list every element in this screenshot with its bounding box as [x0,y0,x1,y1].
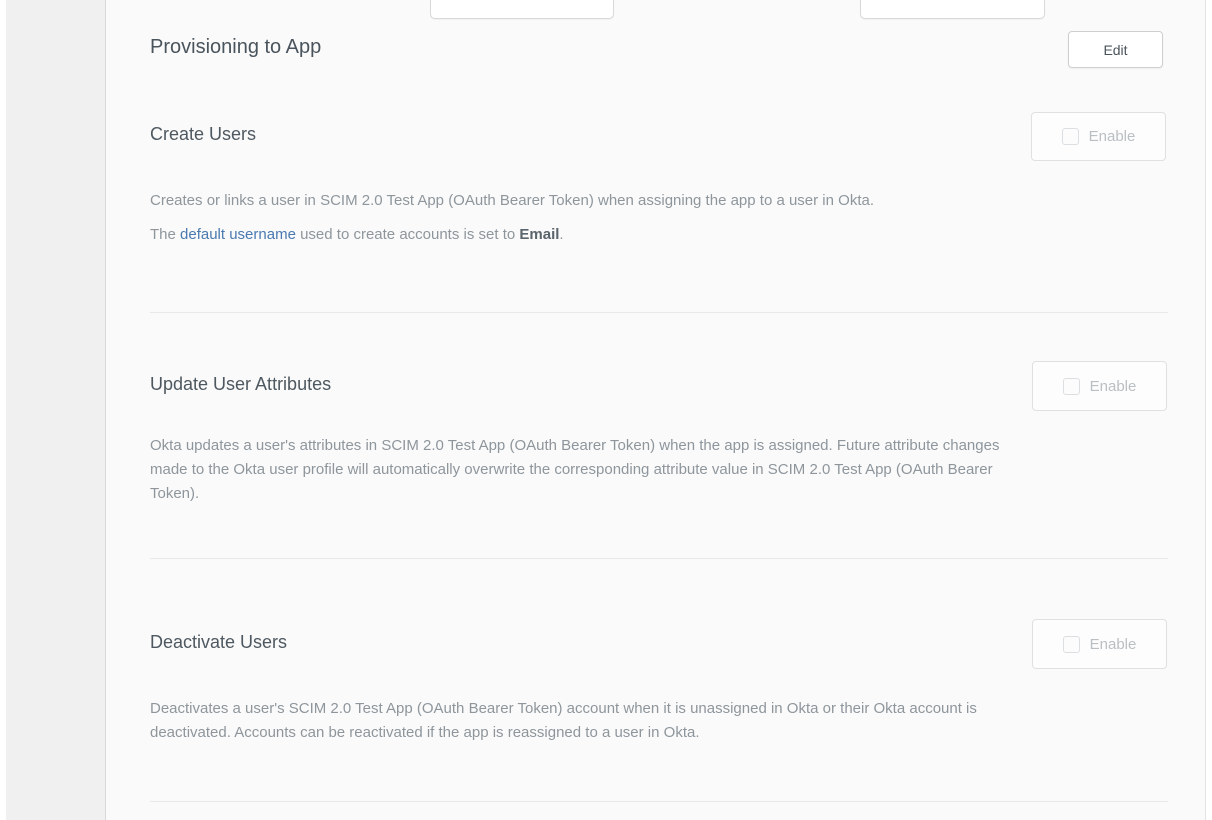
update-attrs-description-line: Token). [150,485,199,502]
section-divider [150,558,1168,559]
update-attrs-description-line: made to the Okta user profile will autom… [150,461,993,478]
enable-toggle-update-user-attributes[interactable]: Enable [1032,361,1167,411]
update-attrs-description-line: Okta updates a user's attributes in SCIM… [150,437,999,454]
enable-checkbox-icon[interactable] [1063,636,1080,653]
section-title-deactivate-users: Deactivate Users [150,632,287,653]
enable-toggle-create-users[interactable]: Enable [1031,112,1166,161]
note-suffix: . [559,226,563,243]
default-username-link[interactable]: default username [180,226,296,243]
section-title-update-user-attributes: Update User Attributes [150,374,331,395]
provisioning-panel: Provisioning to App Edit Create Users En… [106,0,1206,820]
note-prefix: The [150,226,180,243]
deactivate-users-description-line: Deactivates a user's SCIM 2.0 Test App (… [150,700,977,717]
section-divider [150,312,1168,313]
partial-button-right[interactable] [860,0,1045,19]
enable-checkbox-icon[interactable] [1062,128,1079,145]
section-divider [150,801,1168,802]
enable-toggle-deactivate-users[interactable]: Enable [1032,619,1167,669]
section-title-create-users: Create Users [150,124,256,145]
enable-label: Enable [1090,636,1137,653]
sidebar-panel [6,0,106,820]
deactivate-users-description-line: deactivated. Accounts can be reactivated… [150,724,700,741]
page: Provisioning to App Edit Create Users En… [0,0,1212,820]
enable-checkbox-icon[interactable] [1063,378,1080,395]
create-users-description: Creates or links a user in SCIM 2.0 Test… [150,192,874,209]
enable-label: Enable [1090,378,1137,395]
create-users-username-note: The default username used to create acco… [150,226,564,243]
page-title: Provisioning to App [150,36,321,59]
username-value: Email [519,226,559,243]
enable-label: Enable [1089,128,1136,145]
partial-button-left[interactable] [430,0,614,19]
edit-button[interactable]: Edit [1068,31,1163,68]
note-middle: used to create accounts is set to [296,226,519,243]
